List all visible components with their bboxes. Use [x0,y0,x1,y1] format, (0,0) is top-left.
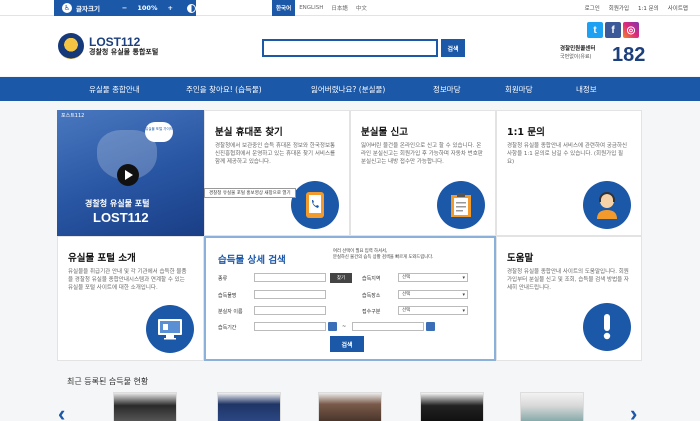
login-link[interactable]: 로그인 [585,4,600,12]
search-panel-title: 습득물 상세 검색 [218,255,286,266]
logo-title: LOST112 [89,34,141,49]
monitor-icon [146,305,194,353]
area-select[interactable]: 선택 [398,273,468,282]
social-links: t f ◎ [587,22,641,38]
found-item-search-panel: 습득물 상세 검색 여러 선택이 필요 입력 하셔서, 분실하신 물건의 습득 … [204,236,496,361]
find-kind-button[interactable]: 찾기 [330,273,352,283]
recent-item-thumb[interactable] [318,392,382,421]
play-icon[interactable] [117,164,139,186]
period-end-input[interactable] [352,322,424,331]
card-portal-intro[interactable]: 유실물 포털 소개 유실물을 취급기관 안내 및 각 기관에서 습득한 물품을 … [57,236,204,361]
reg-label: 접수구분 [362,309,381,315]
recent-item-thumb[interactable] [217,392,281,421]
lost-person-label: 분실자 이름 [218,309,243,315]
card-desc: 잃어버린 물건을 온라인으로 신고 할 수 있습니다. 온라인 분실신고는 회원… [361,143,483,165]
police-emblem-icon [58,33,84,59]
lang-english[interactable]: ENGLISH [295,0,327,16]
card-lost-phone[interactable]: 분실 휴대폰 찾기 경찰청에서 보관중인 습득 휴대폰 정보와 한국정보통신진흥… [204,110,350,236]
search-button[interactable]: 검색 [441,39,465,57]
calendar-icon[interactable] [426,322,435,331]
video-bubble: 유실물 포털 가이드 [145,122,173,142]
font-size-control: ♿ 글자크기 − 100% + [54,0,196,16]
card-desc: 경찰청 유실물 종합안내 서비스에 관련하여 궁금하신 사항을 1:1 문의로 … [507,143,628,165]
lang-korean[interactable]: 한국어 [272,0,296,16]
kind-input[interactable] [254,273,326,282]
site-logo[interactable]: LOST112 경찰청 유실물 통합포털 [58,33,158,59]
kind-label: 종류 [218,276,228,282]
logo-subtitle: 경찰청 유실물 통합포털 [89,47,159,56]
video-title-en: LOST112 [93,210,149,225]
period-start-input[interactable] [254,322,326,331]
nav-guide[interactable]: 유실물 종합안내 [89,84,140,95]
contrast-toggle-icon[interactable] [186,3,196,13]
top-links: 로그인 회원가입 1:1 문의 사이트맵 [576,0,688,16]
place-select[interactable]: 선택 [398,290,468,299]
nav-info[interactable]: 정보마당 [433,84,461,95]
card-title: 1:1 문의 [507,127,545,138]
lang-japanese[interactable]: 日本語 [327,0,352,16]
site-header: LOST112 경찰청 유실물 통합포털 검색 t f ◎ 경찰민원콜센터 국번… [0,16,700,76]
nav-my-info[interactable]: 내정보 [576,84,597,95]
nav-found-items[interactable]: 주인을 찾아요! (습득물) [186,84,262,95]
card-title: 분실 휴대폰 찾기 [215,127,283,138]
period-tilde: ~ [342,324,347,330]
callcenter-name: 경찰민원콜센터 [560,46,596,52]
main-grid: 포스트112 유실물 포털 가이드 경찰청 유실물 포털 LOST112 경찰청… [57,110,642,361]
card-desc: 경찰청에서 보관중인 습득 휴대폰 정보와 한국정보통신진흥협회에서 운영하고 … [215,143,336,165]
calendar-icon[interactable] [328,322,337,331]
recent-item-thumb[interactable] [113,392,177,421]
lost-person-input[interactable] [254,306,326,315]
reg-select[interactable]: 선택 [398,306,468,315]
search-hint: 여러 선택이 필요 입력 하셔서, 분실하신 물건의 습득 상황 검색을 빠르게… [333,249,434,260]
font-increase-button[interactable]: + [167,4,172,12]
accessibility-icon: ♿ [62,3,72,13]
item-name-input[interactable] [254,290,326,299]
card-title: 분실물 신고 [361,127,409,138]
card-lost-report[interactable]: 분실물 신고 잃어버린 물건을 온라인으로 신고 할 수 있습니다. 온라인 분… [350,110,496,236]
video-title-ko: 경찰청 유실물 포털 [85,199,150,208]
font-size-label: 글자크기 [76,5,100,13]
card-desc: 경찰청 유실물 종합안내 사이트의 도움말입니다. 회원가입부터 분실물 신고 … [507,269,629,291]
prev-arrow-icon[interactable]: ‹ [58,403,70,421]
callcenter-info: 경찰민원콜센터 국번없이(유료) [560,45,595,61]
nav-lost-items[interactable]: 잃어버렸나요? (분실물) [311,84,385,95]
clipboard-icon [437,181,485,229]
card-title: 유실물 포털 소개 [68,253,136,264]
card-desc: 유실물을 취급기관 안내 및 각 기관에서 습득한 물품을 경찰청 유실물 종합… [68,269,187,291]
promo-video[interactable]: 포스트112 유실물 포털 가이드 경찰청 유실물 포털 LOST112 [57,110,204,236]
main-nav: 유실물 종합안내 주인을 찾아요! (습득물) 잃어버렸나요? (분실물) 정보… [0,77,700,101]
recent-item-thumb[interactable] [420,392,484,421]
inquiry-link[interactable]: 1:1 문의 [638,4,659,12]
period-label: 습득기간 [218,325,237,331]
operator-icon [583,181,631,229]
recent-items-title: 최근 등록된 습득물 현황 [67,377,149,386]
phone-icon [291,181,339,229]
zoom-level: 100% [137,4,158,12]
card-qna[interactable]: 1:1 문의 경찰청 유실물 종합안내 서비스에 관련하여 궁금하신 사항을 1… [496,110,642,236]
callcenter-number: 182 [612,44,646,66]
twitter-icon[interactable]: t [587,22,603,38]
next-arrow-icon[interactable]: › [630,403,642,421]
area-label: 습득지역 [362,276,381,282]
search-input[interactable] [262,39,438,57]
exclamation-icon [583,303,631,351]
search-submit-button[interactable]: 검색 [330,336,364,352]
top-utility-bar: ♿ 글자크기 − 100% + 한국어 ENGLISH 日本語 中文 로그인 회… [0,0,700,16]
lang-chinese[interactable]: 中文 [352,0,371,16]
card-title: 도움말 [507,253,534,264]
video-tag: 포스트112 [61,113,85,119]
nav-member[interactable]: 회원마당 [505,84,533,95]
callcenter-sub: 국번없이(유료) [560,54,592,60]
instagram-icon[interactable]: ◎ [623,22,639,38]
item-name-label: 습득물명 [218,293,237,299]
card-help[interactable]: 도움말 경찰청 유실물 종합안내 사이트의 도움말입니다. 회원가입부터 분실물… [496,236,642,361]
font-decrease-button[interactable]: − [122,4,127,12]
video-tooltip: 경찰청 유실물 포털 홍보영상 새창으로 열기 [204,188,296,198]
sitemap-link[interactable]: 사이트맵 [668,4,688,12]
place-label: 습득장소 [362,293,381,299]
language-selector: 한국어 ENGLISH 日本語 中文 [272,0,371,16]
recent-item-thumb[interactable] [520,392,584,421]
facebook-icon[interactable]: f [605,22,621,38]
signup-link[interactable]: 회원가입 [609,4,629,12]
